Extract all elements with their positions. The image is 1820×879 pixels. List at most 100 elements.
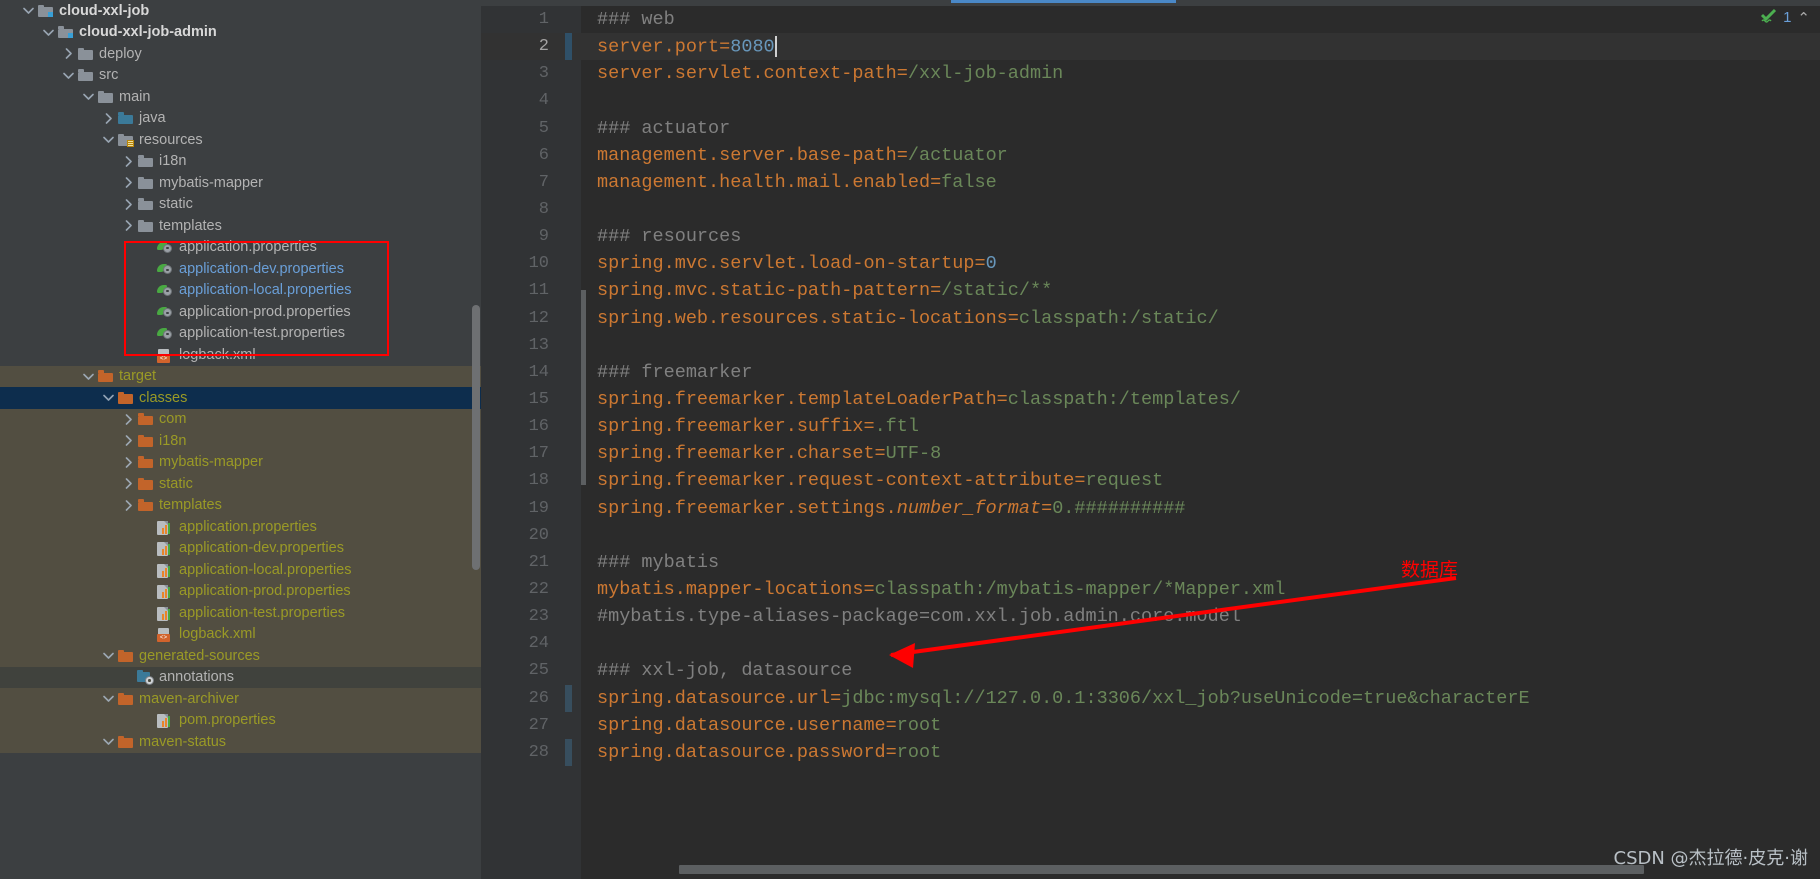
code-line[interactable]: 20 — [481, 522, 1820, 549]
gutter-change-marker[interactable] — [555, 576, 581, 603]
gutter-change-marker[interactable] — [555, 277, 581, 304]
project-tree-scrollbar[interactable] — [472, 305, 480, 570]
code-editor-panel[interactable]: 1 ### web 2 server.port=8080 3 server.servlet… — [481, 0, 1820, 879]
gutter-change-marker[interactable] — [555, 684, 581, 712]
gutter-change-marker[interactable] — [555, 332, 581, 359]
gutter-change-marker[interactable] — [555, 495, 581, 522]
chevron-right-icon[interactable] — [122, 499, 135, 512]
code-line[interactable]: 13 — [481, 332, 1820, 359]
chevron-right-icon[interactable] — [62, 47, 75, 60]
chevron-down-icon[interactable] — [102, 391, 115, 404]
code-line[interactable]: 6 management.server.base-path=/actuator — [481, 142, 1820, 169]
tree-item-annotations[interactable]: annotations — [0, 666, 481, 688]
tree-item-templates[interactable]: templates — [0, 494, 481, 516]
inspection-status-widget[interactable]: 1 ⌃ — [1760, 8, 1810, 27]
gutter-change-marker[interactable] — [555, 467, 581, 494]
code-line[interactable]: 21 ### mybatis — [481, 549, 1820, 576]
chevron-down-icon[interactable] — [82, 370, 95, 383]
tree-item-application-dev-properties[interactable]: application-dev.properties — [0, 258, 481, 280]
gutter-change-marker[interactable] — [555, 87, 581, 114]
editor-vertical-scrollbar[interactable] — [581, 290, 586, 485]
code-line[interactable]: 2 server.port=8080 — [481, 33, 1820, 61]
tree-item-application-properties[interactable]: application.properties — [0, 237, 481, 259]
code-line[interactable]: 25 ### xxl-job, datasource — [481, 657, 1820, 684]
tree-item-application-test-properties[interactable]: application-test.properties — [0, 323, 481, 345]
code-line[interactable]: 7 management.health.mail.enabled=false — [481, 169, 1820, 196]
code-line[interactable]: 27 spring.datasource.username=root — [481, 712, 1820, 739]
code-line[interactable]: 12 spring.web.resources.static-locations=… — [481, 305, 1820, 332]
chevron-right-icon[interactable] — [122, 477, 135, 490]
gutter-change-marker[interactable] — [555, 712, 581, 739]
code-line[interactable]: 23 #mybatis.type-aliases-package=com.xxl.… — [481, 603, 1820, 630]
tree-item-templates[interactable]: templates — [0, 215, 481, 237]
code-line[interactable]: 22 mybatis.mapper-locations=classpath:/my… — [481, 576, 1820, 603]
tree-item-maven-archiver[interactable]: maven-archiver — [0, 688, 481, 710]
tree-item-src[interactable]: src — [0, 65, 481, 87]
gutter-change-marker[interactable] — [555, 657, 581, 684]
chevron-down-icon[interactable] — [62, 69, 75, 82]
chevron-right-icon[interactable] — [122, 219, 135, 232]
tree-item-com[interactable]: com — [0, 408, 481, 430]
code-line[interactable]: 19 spring.freemarker.settings.number_form… — [481, 495, 1820, 522]
chevron-right-icon[interactable] — [122, 456, 135, 469]
gutter-change-marker[interactable] — [555, 60, 581, 87]
tree-item-application-local-properties[interactable]: application-local.properties — [0, 280, 481, 302]
chevron-down-icon[interactable] — [42, 26, 55, 39]
gutter-change-marker[interactable] — [555, 413, 581, 440]
chevron-right-icon[interactable] — [122, 198, 135, 211]
tree-item-static[interactable]: static — [0, 194, 481, 216]
tree-item-deploy[interactable]: deploy — [0, 43, 481, 65]
tree-item-application-local-properties[interactable]: application-local.properties — [0, 559, 481, 581]
editor-horizontal-scrollbar[interactable] — [679, 865, 1644, 874]
code-line[interactable]: 15 spring.freemarker.templateLoaderPath=c… — [481, 386, 1820, 413]
code-line[interactable]: 24 — [481, 630, 1820, 657]
tree-item-i18n[interactable]: i18n — [0, 430, 481, 452]
tree-item-logback-xml[interactable]: <> logback.xml — [0, 623, 481, 645]
tree-item-resources[interactable]: resources — [0, 129, 481, 151]
code-line[interactable]: 14 ### freemarker — [481, 359, 1820, 386]
tree-item-i18n[interactable]: i18n — [0, 151, 481, 173]
gutter-change-marker[interactable] — [555, 603, 581, 630]
gutter-change-marker[interactable] — [555, 115, 581, 142]
tree-item-logback-xml[interactable]: <> logback.xml — [0, 344, 481, 366]
tree-item-generated-sources[interactable]: generated-sources — [0, 645, 481, 667]
tree-item-application-prod-properties[interactable]: application-prod.properties — [0, 580, 481, 602]
chevron-right-icon[interactable] — [122, 434, 135, 447]
code-line[interactable]: 1 ### web — [481, 6, 1820, 33]
code-line[interactable]: 16 spring.freemarker.suffix=.ftl — [481, 413, 1820, 440]
tree-item-mybatis-mapper[interactable]: mybatis-mapper — [0, 172, 481, 194]
code-line[interactable]: 11 spring.mvc.static-path-pattern=/static… — [481, 277, 1820, 304]
chevron-down-icon[interactable] — [102, 649, 115, 662]
code-line[interactable]: 5 ### actuator — [481, 115, 1820, 142]
chevron-right-icon[interactable] — [122, 413, 135, 426]
tree-item-cloud-xxl-job[interactable]: cloud-xxl-job — [0, 0, 481, 22]
gutter-change-marker[interactable] — [555, 305, 581, 332]
gutter-change-marker[interactable] — [555, 223, 581, 250]
chevron-down-icon[interactable] — [22, 4, 35, 17]
chevron-down-icon[interactable] — [102, 692, 115, 705]
chevron-down-icon[interactable] — [102, 133, 115, 146]
editor-code-area[interactable]: 1 ### web 2 server.port=8080 3 server.servlet… — [481, 6, 1820, 879]
gutter-change-marker[interactable] — [555, 630, 581, 657]
code-line[interactable]: 10 spring.mvc.servlet.load-on-startup=0 — [481, 250, 1820, 277]
gutter-change-marker[interactable] — [555, 386, 581, 413]
code-line[interactable]: 8 — [481, 196, 1820, 223]
tree-item-static[interactable]: static — [0, 473, 481, 495]
gutter-change-marker[interactable] — [555, 440, 581, 467]
chevron-right-icon[interactable] — [122, 176, 135, 189]
tree-item-maven-status[interactable]: maven-status — [0, 731, 481, 753]
gutter-change-marker[interactable] — [555, 196, 581, 223]
gutter-change-marker[interactable] — [555, 549, 581, 576]
tree-item-application-dev-properties[interactable]: application-dev.properties — [0, 537, 481, 559]
code-line[interactable]: 4 — [481, 87, 1820, 114]
gutter-change-marker[interactable] — [555, 738, 581, 766]
chevron-right-icon[interactable] — [122, 155, 135, 168]
tree-item-main[interactable]: main — [0, 86, 481, 108]
tree-item-application-prod-properties[interactable]: application-prod.properties — [0, 301, 481, 323]
code-line[interactable]: 26 spring.datasource.url=jdbc:mysql://127… — [481, 684, 1820, 712]
gutter-change-marker[interactable] — [555, 142, 581, 169]
gutter-change-marker[interactable] — [555, 522, 581, 549]
project-tree-panel[interactable]: cloud-xxl-job cloud-xxl-job-admin deploy sr… — [0, 0, 481, 879]
chevron-down-icon[interactable] — [102, 735, 115, 748]
gutter-change-marker[interactable] — [555, 33, 581, 61]
